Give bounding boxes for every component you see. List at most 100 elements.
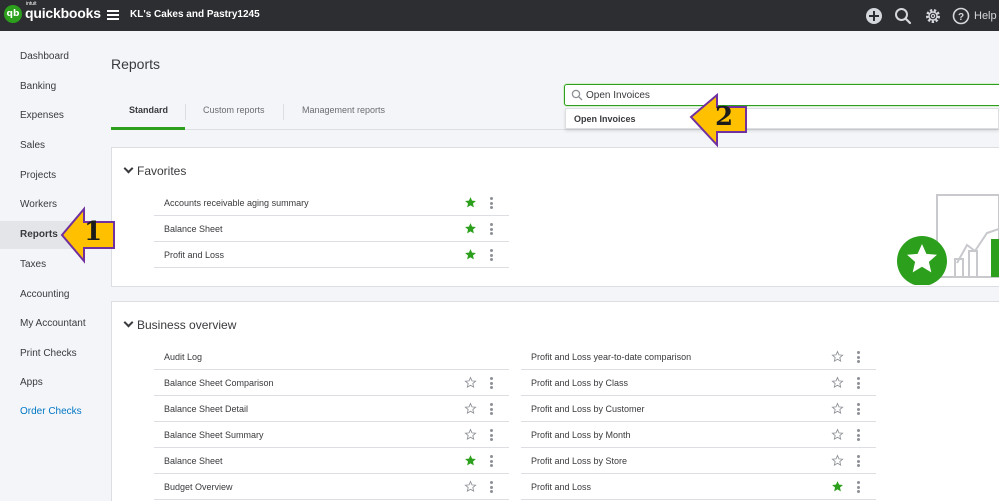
star-outline-icon[interactable] xyxy=(831,402,844,415)
report-name[interactable]: Balance Sheet xyxy=(164,224,223,234)
report-row[interactable]: Profit and Loss xyxy=(521,474,876,500)
more-options-icon[interactable] xyxy=(857,455,860,467)
more-options-icon[interactable] xyxy=(490,223,493,235)
sidebar-item-projects[interactable]: Projects xyxy=(0,162,96,190)
more-options-icon[interactable] xyxy=(490,403,493,415)
help-label[interactable]: Help xyxy=(974,10,997,22)
hamburger-menu-icon[interactable] xyxy=(107,10,119,20)
active-tab-indicator xyxy=(111,127,185,130)
tab-standard[interactable]: Standard xyxy=(129,105,168,115)
search-input-value[interactable]: Open Invoices xyxy=(586,90,650,101)
star-outline-icon[interactable] xyxy=(464,428,477,441)
report-name[interactable]: Profit and Loss by Store xyxy=(531,456,627,466)
star-outline-icon[interactable] xyxy=(464,402,477,415)
business-overview-heading-label: Business overview xyxy=(137,318,237,332)
more-options-icon[interactable] xyxy=(490,377,493,389)
quickbooks-logo[interactable]: qb intuit quickbooks xyxy=(4,1,101,23)
report-name[interactable]: Balance Sheet Detail xyxy=(164,404,248,414)
report-row[interactable]: Accounts receivable aging summary xyxy=(154,190,509,216)
report-row[interactable]: Profit and Loss by Customer xyxy=(521,396,876,422)
sidebar-item-expenses[interactable]: Expenses xyxy=(0,102,96,130)
help-icon[interactable]: ? xyxy=(952,7,970,25)
tab-divider xyxy=(185,104,186,120)
logo-intuit-text: intuit xyxy=(26,1,37,7)
star-outline-icon[interactable] xyxy=(831,428,844,441)
report-row[interactable]: Profit and Loss xyxy=(154,242,509,268)
sidebar-item-print-checks[interactable]: Print Checks xyxy=(0,340,96,368)
more-options-icon[interactable] xyxy=(857,403,860,415)
more-options-icon[interactable] xyxy=(490,481,493,493)
more-options-icon[interactable] xyxy=(490,249,493,261)
more-options-icon[interactable] xyxy=(857,481,860,493)
report-name[interactable]: Balance Sheet Summary xyxy=(164,430,264,440)
sidebar-item-dashboard[interactable]: Dashboard xyxy=(0,43,96,71)
sidebar-item-accounting[interactable]: Accounting xyxy=(0,281,96,309)
plus-icon[interactable] xyxy=(865,7,883,25)
sidebar: Dashboard Banking Expenses Sales Project… xyxy=(0,31,96,501)
business-overview-heading[interactable]: Business overview xyxy=(123,317,237,332)
star-outline-icon[interactable] xyxy=(831,454,844,467)
chevron-down-icon xyxy=(123,163,134,174)
report-name[interactable]: Profit and Loss year-to-date comparison xyxy=(531,352,691,362)
report-name[interactable]: Budget Overview xyxy=(164,482,233,492)
sidebar-item-banking[interactable]: Banking xyxy=(0,73,96,101)
star-outline-icon[interactable] xyxy=(464,480,477,493)
more-options-icon[interactable] xyxy=(857,429,860,441)
tab-custom-reports[interactable]: Custom reports xyxy=(203,105,265,115)
sidebar-item-order-checks[interactable]: Order Checks xyxy=(0,398,96,426)
report-name[interactable]: Profit and Loss by Class xyxy=(531,378,628,388)
report-name[interactable]: Profit and Loss by Customer xyxy=(531,404,645,414)
star-filled-icon[interactable] xyxy=(464,222,477,235)
report-name[interactable]: Profit and Loss by Month xyxy=(531,430,631,440)
report-row[interactable]: Profit and Loss year-to-date comparison xyxy=(521,344,876,370)
chevron-down-icon xyxy=(123,317,134,328)
sidebar-item-apps[interactable]: Apps xyxy=(0,369,96,397)
star-filled-icon[interactable] xyxy=(464,196,477,209)
sidebar-item-my-accountant[interactable]: My Accountant xyxy=(0,310,96,338)
report-row[interactable]: Profit and Loss by Class xyxy=(521,370,876,396)
report-row[interactable]: Audit Log xyxy=(154,344,509,370)
report-name[interactable]: Profit and Loss xyxy=(164,250,224,260)
report-name[interactable]: Accounts receivable aging summary xyxy=(164,198,309,208)
tab-divider xyxy=(283,104,284,120)
report-row[interactable]: Balance Sheet Detail xyxy=(154,396,509,422)
star-outline-icon[interactable] xyxy=(464,376,477,389)
qb-logo-icon: qb xyxy=(4,5,22,23)
report-name[interactable]: Balance Sheet Comparison xyxy=(164,378,274,388)
page-title: Reports xyxy=(111,56,161,72)
more-options-icon[interactable] xyxy=(490,429,493,441)
report-name[interactable]: Audit Log xyxy=(164,352,202,362)
report-row[interactable]: Balance Sheet Comparison xyxy=(154,370,509,396)
tabs-divider xyxy=(111,129,999,130)
report-row[interactable]: Budget Overview xyxy=(154,474,509,500)
report-row[interactable]: Balance Sheet xyxy=(154,448,509,474)
star-outline-icon[interactable] xyxy=(831,376,844,389)
more-options-icon[interactable] xyxy=(490,197,493,209)
favorites-heading-label: Favorites xyxy=(137,164,187,178)
star-filled-icon[interactable] xyxy=(464,248,477,261)
report-search-input[interactable]: Open Invoices xyxy=(564,84,999,106)
more-options-icon[interactable] xyxy=(857,351,860,363)
report-name[interactable]: Profit and Loss xyxy=(531,482,591,492)
svg-text:?: ? xyxy=(958,12,964,23)
gear-icon[interactable] xyxy=(924,7,942,25)
report-row[interactable]: Profit and Loss by Month xyxy=(521,422,876,448)
report-row[interactable]: Balance Sheet Summary xyxy=(154,422,509,448)
sidebar-item-sales[interactable]: Sales xyxy=(0,132,96,160)
more-options-icon[interactable] xyxy=(857,377,860,389)
report-name[interactable]: Balance Sheet xyxy=(164,456,223,466)
star-outline-icon[interactable] xyxy=(831,350,844,363)
logo-name: quickbooks xyxy=(25,5,101,21)
star-filled-icon[interactable] xyxy=(831,480,844,493)
report-row[interactable]: Profit and Loss by Store xyxy=(521,448,876,474)
tab-management-reports[interactable]: Management reports xyxy=(302,105,385,115)
callout-number-1: 1 xyxy=(84,217,103,247)
search-suggestion-item[interactable]: Open Invoices xyxy=(574,114,636,124)
star-filled-icon[interactable] xyxy=(464,454,477,467)
company-name: KL's Cakes and Pastry1245 xyxy=(130,9,260,20)
search-icon[interactable] xyxy=(894,7,912,25)
favorites-heading[interactable]: Favorites xyxy=(123,163,187,178)
more-options-icon[interactable] xyxy=(490,455,493,467)
report-row[interactable]: Balance Sheet xyxy=(154,216,509,242)
top-bar: qb intuit quickbooks KL's Cakes and Past… xyxy=(0,0,999,31)
